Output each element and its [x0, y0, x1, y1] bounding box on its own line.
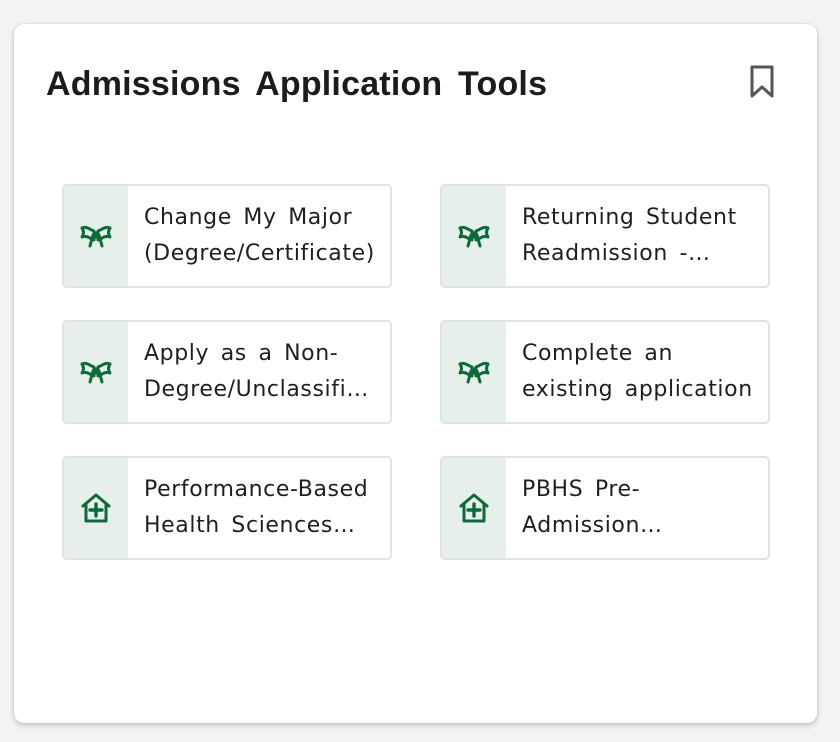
tile-icon-box — [442, 322, 506, 422]
diploma-icon — [458, 361, 490, 384]
tool-tile-complete-application[interactable]: Complete an existing application — [440, 320, 770, 424]
tool-tile-returning-readmission[interactable]: Returning Student Readmission - Applicat… — [440, 184, 770, 288]
tool-label: Returning Student Readmission - Applicat… — [522, 205, 737, 266]
health-house-icon — [459, 493, 489, 523]
tool-tile-change-major[interactable]: Change My Major (Degree/Certificate) — [62, 184, 392, 288]
diploma-icon — [80, 361, 112, 384]
diploma-icon — [458, 225, 490, 248]
tool-label: Change My Major (Degree/Certificate) — [144, 205, 375, 266]
tool-label: PBHS Pre-Admission Application — [522, 477, 641, 538]
tile-icon-box — [442, 186, 506, 286]
tile-icon-box — [442, 458, 506, 558]
bookmark-icon — [750, 65, 774, 98]
tool-label: Complete an existing application — [522, 341, 753, 402]
diploma-icon — [80, 225, 112, 248]
tool-tile-pbhs[interactable]: Performance-Based Health Sciences Admiss… — [62, 456, 392, 560]
health-house-icon — [81, 493, 111, 523]
admissions-tools-card: Admissions Application Tools Change My M… — [14, 24, 817, 723]
tile-icon-box — [64, 458, 128, 558]
tool-label: Apply as a Non-Degree/Unclassified Stude… — [144, 341, 376, 402]
card-title: Admissions Application Tools — [46, 65, 548, 103]
tile-icon-box — [64, 186, 128, 286]
tool-tile-pbhs-pre-admission[interactable]: PBHS Pre-Admission Application — [440, 456, 770, 560]
tool-tile-non-degree[interactable]: Apply as a Non-Degree/Unclassified Stude… — [62, 320, 392, 424]
bookmark-button[interactable] — [747, 64, 777, 100]
tool-label: Performance-Based Health Sciences Admiss… — [144, 477, 369, 538]
tile-icon-box — [64, 322, 128, 422]
